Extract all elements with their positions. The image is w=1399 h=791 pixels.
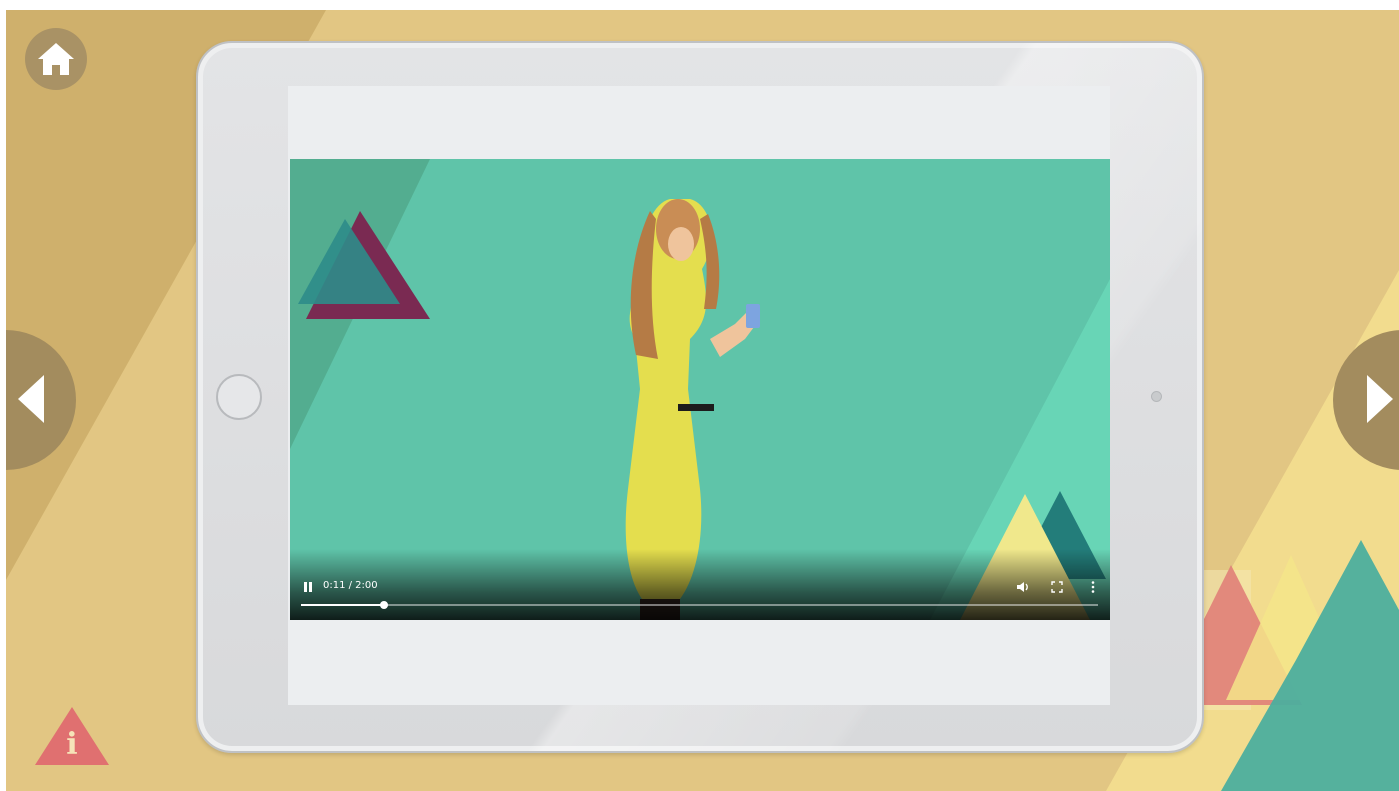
video-player[interactable]: 0:11 / 2:00 xyxy=(290,159,1110,620)
fullscreen-icon xyxy=(1051,581,1063,593)
more-options-icon xyxy=(1091,581,1095,593)
more-options-button[interactable] xyxy=(1086,580,1100,594)
volume-icon xyxy=(1017,582,1028,592)
pause-button[interactable] xyxy=(301,580,315,594)
tablet-frame: 0:11 / 2:00 xyxy=(196,41,1204,753)
video-controls: 0:11 / 2:00 xyxy=(290,549,1110,620)
tablet-home-key xyxy=(216,374,262,420)
info-button[interactable]: i xyxy=(35,707,109,765)
home-icon xyxy=(38,43,74,75)
seek-bar[interactable] xyxy=(301,601,1098,609)
seek-bar-progress xyxy=(301,604,384,606)
chevron-left-icon xyxy=(18,375,44,423)
fullscreen-button[interactable] xyxy=(1050,580,1064,594)
pause-icon xyxy=(304,582,312,592)
seek-bar-thumb[interactable] xyxy=(379,601,388,609)
tablet-screen: 0:11 / 2:00 xyxy=(288,86,1110,705)
chevron-right-icon xyxy=(1367,375,1393,423)
info-label: i xyxy=(66,727,78,762)
volume-button[interactable] xyxy=(1016,580,1030,594)
app-stage: i 0:11 / 2:00 xyxy=(6,10,1399,791)
time-display: 0:11 / 2:00 xyxy=(323,580,378,591)
home-button[interactable] xyxy=(25,28,87,90)
tablet-camera xyxy=(1151,391,1162,402)
